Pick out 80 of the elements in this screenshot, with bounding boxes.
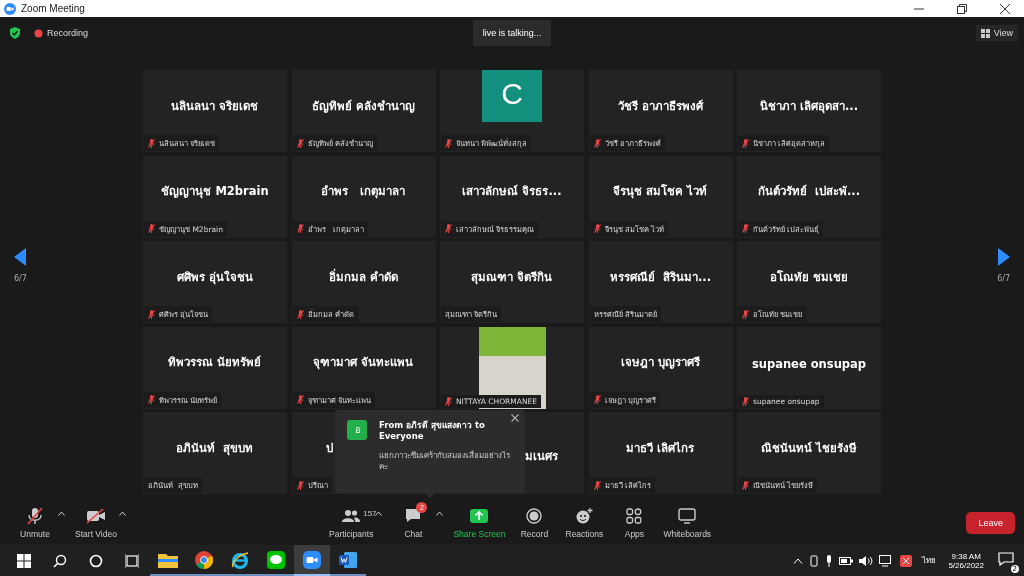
recording-label: Recording bbox=[47, 28, 89, 38]
reactions-button[interactable]: Reactions bbox=[559, 504, 610, 541]
whiteboards-icon bbox=[678, 506, 697, 525]
record-dot-icon bbox=[34, 28, 43, 38]
participant-name: ทิพวรรณ นัยทรัพย์ bbox=[168, 354, 262, 371]
caret-icon[interactable] bbox=[58, 510, 65, 516]
chat-notification[interactable]: อ From อภิรดี สุขแสงดาว to Everyone แยกภาวะซึมเศร้ากับสมองเสื่อมอย่างไรคะ bbox=[335, 410, 525, 493]
shield-icon[interactable] bbox=[10, 27, 20, 39]
close-icon[interactable] bbox=[511, 414, 519, 422]
window-title: Zoom Meeting bbox=[21, 3, 85, 14]
avatar-initial: C bbox=[482, 70, 542, 122]
chat-icon bbox=[405, 506, 422, 525]
search-icon[interactable] bbox=[53, 553, 67, 568]
record-button[interactable]: Record bbox=[509, 504, 560, 541]
network-icon[interactable] bbox=[879, 554, 894, 567]
participant-name: เสาวลักษณ์ จิรธร... bbox=[462, 183, 562, 200]
close-icon[interactable] bbox=[1000, 3, 1010, 14]
participant-name: มเนศร bbox=[525, 448, 558, 465]
restore-icon[interactable] bbox=[957, 3, 967, 14]
participant-name: อภินันท์ สุขบท bbox=[176, 439, 254, 457]
participant-name: วัชรี อาภาธีรพงศ์ bbox=[618, 97, 703, 115]
windows-start-icon[interactable] bbox=[17, 553, 31, 568]
apps-button[interactable]: Apps bbox=[609, 504, 660, 541]
participant-name: ณิชนันทน์ ไชยรังษี bbox=[761, 439, 857, 457]
whiteboards-button[interactable]: Whiteboards bbox=[659, 504, 716, 541]
microphone-icon[interactable] bbox=[825, 554, 834, 567]
participant-name: นลินลนา จริยเดช bbox=[171, 97, 259, 115]
caret-icon[interactable] bbox=[375, 510, 383, 516]
participant-name: อโณทัย ชมเชย bbox=[770, 268, 848, 286]
participant-name: จุฑามาศ จันทะแพน bbox=[313, 354, 414, 371]
clock-time[interactable]: 9:38 AM bbox=[951, 551, 981, 561]
participant-name: ศศิพร อุ่นใจชน bbox=[177, 268, 253, 286]
grid-icon bbox=[980, 28, 990, 38]
participant-name: หรรศณีย์ สิรินมา... bbox=[609, 268, 712, 286]
participant-name: ธัญทิพย์ คลังชำนาญ bbox=[312, 97, 415, 115]
view-button[interactable]: View bbox=[975, 25, 1018, 41]
leave-button[interactable]: Leave bbox=[966, 511, 1015, 534]
active-speaker-label: live is talking... bbox=[472, 20, 552, 46]
previous-page-arrow-icon[interactable] bbox=[14, 247, 26, 266]
reactions-icon bbox=[575, 506, 594, 525]
mic-icon bbox=[26, 506, 44, 525]
chat-sender: From อภิรดี สุขแสงดาว to Everyone bbox=[379, 420, 486, 443]
participant-name: กันต์วรัทย์ เปสะพั... bbox=[757, 183, 861, 200]
next-page-arrow-icon[interactable] bbox=[998, 247, 1010, 266]
video-icon bbox=[86, 506, 106, 525]
participant-name: เจษฎา บุญราศรี bbox=[621, 354, 700, 371]
participant-name: ชัญญานุช M2brain bbox=[161, 183, 269, 200]
speaker-icon[interactable] bbox=[859, 554, 874, 567]
chat-message: แยกภาวะซึมเศร้ากับสมองเสื่อมอย่างไรคะ bbox=[379, 450, 511, 473]
notification-icon[interactable] bbox=[998, 552, 1014, 566]
participant-name: supanee onsupap bbox=[751, 356, 867, 371]
record-icon bbox=[526, 506, 543, 525]
apps-icon bbox=[626, 506, 643, 525]
page-indicator: 6/7 bbox=[14, 273, 27, 283]
participant-name: นิชาภา เลิศอุดสา... bbox=[759, 97, 859, 115]
share-icon bbox=[470, 506, 489, 525]
sender-avatar: อ bbox=[347, 420, 367, 440]
circle-icon[interactable] bbox=[89, 553, 103, 568]
participant-name: มาธวี เลิศไกร bbox=[626, 439, 695, 457]
caret-icon[interactable] bbox=[436, 510, 444, 516]
task-view-icon[interactable] bbox=[125, 553, 139, 568]
participant-name: อิ่มกมล คำดัด bbox=[329, 267, 398, 286]
caret-icon[interactable] bbox=[119, 510, 126, 516]
participant-name: ป bbox=[325, 439, 333, 457]
participants-button[interactable]: 157 Participants bbox=[325, 504, 378, 541]
participant-count: 157 bbox=[363, 508, 377, 518]
input-language[interactable]: ไทย bbox=[922, 554, 937, 567]
mic-button[interactable]: Unmute bbox=[10, 504, 60, 541]
share-button[interactable]: Share Screen bbox=[449, 504, 510, 541]
recording-indicator[interactable]: Recording bbox=[34, 28, 89, 38]
zoom-taskbar-icon[interactable] bbox=[294, 545, 330, 576]
phone-icon[interactable] bbox=[809, 554, 820, 567]
page-indicator: 6/7 bbox=[997, 273, 1010, 283]
participant-name: จีรนุช สมโชค ไวท์ bbox=[613, 183, 708, 200]
app-tray-icon[interactable] bbox=[899, 553, 914, 568]
battery-icon[interactable] bbox=[839, 555, 854, 566]
clock-date[interactable]: 5/26/2022 bbox=[948, 560, 984, 570]
participant-name: อำพร เกตุมาลา bbox=[321, 183, 406, 200]
participant-name: สุมณฑา จิตรีกิน bbox=[471, 268, 553, 286]
video-button[interactable]: Start Video bbox=[71, 504, 121, 541]
